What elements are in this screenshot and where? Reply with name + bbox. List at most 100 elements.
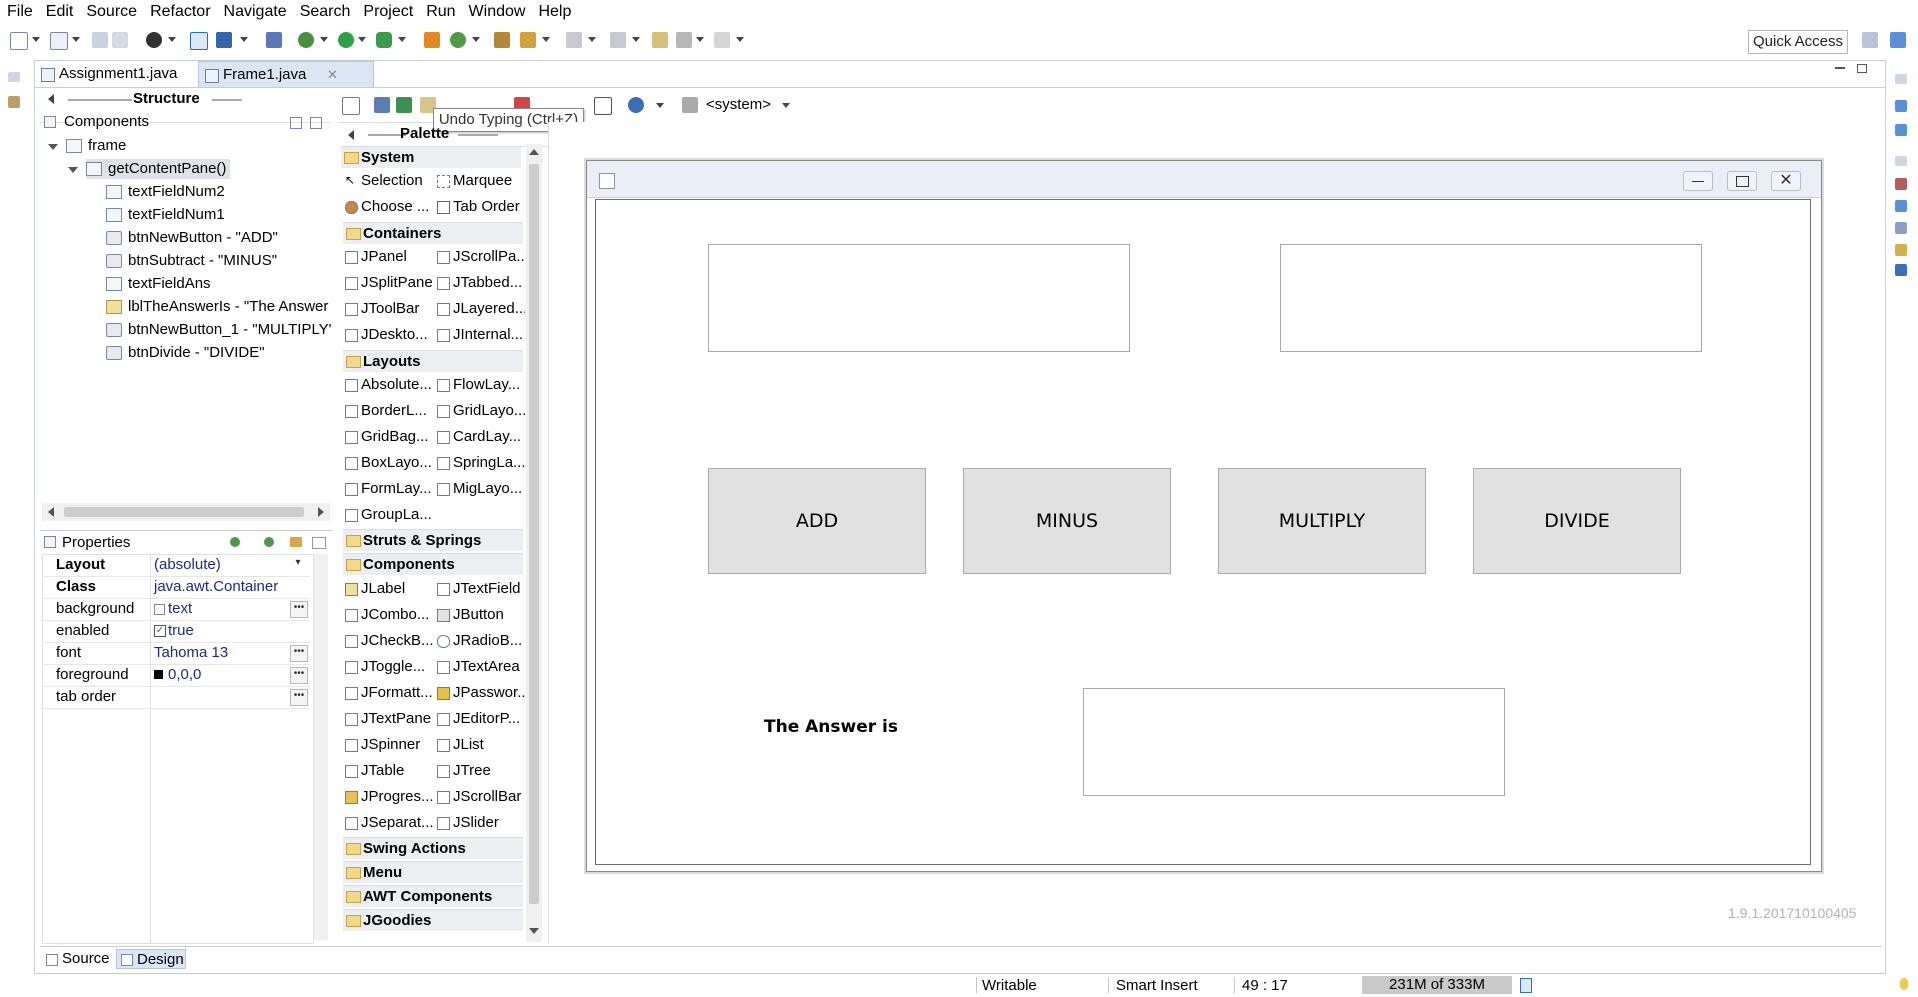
- terminal-icon[interactable]: [190, 32, 208, 50]
- chevron-left-icon[interactable]: [48, 507, 54, 517]
- tree-item-btn-multiply[interactable]: btnNewButton_1 - "MULTIPLY": [106, 320, 332, 340]
- tree-item-content-pane[interactable]: getContentPane(): [86, 159, 231, 179]
- console-icon[interactable]: [1895, 264, 1907, 276]
- property-enabled[interactable]: enabled ✓ true: [42, 620, 310, 643]
- ellipsis-button[interactable]: •••: [290, 689, 308, 706]
- minimize-icon[interactable]: [1835, 67, 1845, 69]
- property-font[interactable]: font Tahoma 13 •••: [42, 642, 310, 665]
- properties-scrollbar[interactable]: [314, 554, 328, 940]
- goto-definition-icon[interactable]: [264, 537, 274, 547]
- tree-item-textfieldnum2[interactable]: textFieldNum2: [106, 182, 225, 202]
- chevron-down-icon[interactable]: [632, 37, 640, 42]
- chevron-down-icon[interactable]: [588, 37, 596, 42]
- restore-default-icon[interactable]: [312, 537, 326, 549]
- property-value[interactable]: java.awt.Container: [154, 576, 278, 598]
- palette-category-system[interactable]: System: [341, 146, 521, 168]
- palette-category-containers[interactable]: Containers: [343, 222, 523, 244]
- trash-icon[interactable]: [1520, 978, 1532, 993]
- build-icon[interactable]: [146, 32, 162, 48]
- palette-item-jeditorpane[interactable]: JEditorP...: [435, 709, 525, 729]
- chevron-down-icon[interactable]: [358, 37, 366, 42]
- palette-item-jtextarea[interactable]: JTextArea: [435, 657, 525, 677]
- menu-search[interactable]: Search: [293, 0, 357, 22]
- palette-item-jlabel[interactable]: JLabel: [343, 579, 433, 599]
- frame-maximize-button[interactable]: [1727, 171, 1757, 191]
- next-annotation-icon[interactable]: [566, 32, 582, 48]
- expand-all-icon[interactable]: [290, 117, 302, 129]
- palette-item-jscrollbar[interactable]: JScrollBar: [435, 787, 525, 807]
- menu-project[interactable]: Project: [356, 0, 419, 22]
- textfield-answer[interactable]: [1083, 688, 1505, 796]
- chevron-down-icon[interactable]: [240, 37, 248, 42]
- scrollbar-thumb[interactable]: [64, 507, 304, 517]
- palette-item-jscrollpane[interactable]: JScrollPa...: [435, 247, 525, 267]
- problems-icon[interactable]: [1895, 178, 1907, 190]
- palette-item-jslider[interactable]: JSlider: [435, 813, 525, 833]
- tab-frame1[interactable]: Frame1.java ✕: [198, 61, 374, 88]
- new-package-icon[interactable]: [424, 32, 440, 48]
- open-type-icon[interactable]: [494, 32, 510, 48]
- content-pane[interactable]: ADD MINUS MULTIPLY DIVIDE The Answer is: [595, 199, 1811, 865]
- save-icon[interactable]: [92, 32, 108, 48]
- palette-item-jbutton[interactable]: JButton: [435, 605, 525, 625]
- menu-run[interactable]: Run: [419, 0, 461, 22]
- palette-item-jtextfield[interactable]: JTextField: [435, 579, 525, 599]
- debug-icon[interactable]: [298, 32, 314, 48]
- palette-item-absolute-layout[interactable]: Absolute...: [343, 375, 433, 395]
- chevron-down-icon[interactable]: [696, 37, 704, 42]
- tab-assignment1[interactable]: Assignment1.java: [35, 61, 219, 87]
- save-all-icon[interactable]: [112, 32, 128, 48]
- add-button[interactable]: ADD: [708, 468, 926, 574]
- heap-status[interactable]: 231M of 333M: [1362, 976, 1512, 994]
- palette-item-jtoolbar[interactable]: JToolBar: [343, 299, 433, 319]
- close-icon[interactable]: ✕: [327, 62, 338, 88]
- textfield-num2[interactable]: [1280, 244, 1702, 352]
- ellipsis-button[interactable]: •••: [290, 601, 308, 618]
- palette-category-struts-springs[interactable]: Struts & Springs: [343, 529, 523, 551]
- palette-item-gridbag-layout[interactable]: GridBag...: [343, 427, 433, 447]
- new-icon[interactable]: [10, 32, 28, 50]
- palette-scrollbar[interactable]: [526, 144, 542, 942]
- tree-item-textfieldnum1[interactable]: textFieldNum1: [106, 205, 225, 225]
- multiply-button[interactable]: MULTIPLY: [1218, 468, 1426, 574]
- chevron-down-icon[interactable]: ▾: [290, 557, 306, 572]
- open-perspective-icon[interactable]: [1862, 32, 1878, 48]
- show-events-icon[interactable]: [230, 537, 240, 547]
- palette-category-components[interactable]: Components: [343, 553, 523, 575]
- palette-item-selection[interactable]: ↖ Selection: [343, 171, 433, 191]
- show-advanced-icon[interactable]: [290, 537, 302, 547]
- palette-item-flow-layout[interactable]: FlowLay...: [435, 375, 525, 395]
- tree-item-btn-add[interactable]: btnNewButton - "ADD": [106, 228, 278, 248]
- property-layout[interactable]: Layout (absolute) ▾: [42, 554, 310, 577]
- chevron-down-icon[interactable]: [736, 37, 744, 42]
- task-icon[interactable]: [216, 32, 232, 48]
- palette-category-swing-actions[interactable]: Swing Actions: [343, 837, 523, 859]
- coverage-icon[interactable]: [376, 32, 392, 48]
- palette-item-jlist[interactable]: JList: [435, 735, 525, 755]
- property-background[interactable]: background text •••: [42, 598, 310, 621]
- tree-horizontal-scrollbar[interactable]: [42, 503, 330, 521]
- drag-handle-icon[interactable]: [212, 99, 242, 101]
- palette-item-form-layout[interactable]: FormLay...: [343, 479, 433, 499]
- new-dropdown-icon[interactable]: [32, 37, 40, 42]
- palette-category-awt-components[interactable]: AWT Components: [343, 885, 523, 907]
- menu-file[interactable]: File: [0, 0, 39, 22]
- search-icon[interactable]: [520, 32, 536, 48]
- palette-item-mig-layout[interactable]: MigLayo...: [435, 479, 525, 499]
- palette-item-choose[interactable]: Choose ...: [343, 197, 433, 217]
- chevron-down-icon[interactable]: [656, 103, 664, 108]
- tree-item-btn-subtract[interactable]: btnSubtract - "MINUS": [106, 251, 277, 271]
- property-value[interactable]: Tahoma 13: [154, 642, 228, 664]
- collapse-left-icon[interactable]: [348, 130, 354, 140]
- palette-item-jtree[interactable]: JTree: [435, 761, 525, 781]
- skip-breakpoints-icon[interactable]: [266, 32, 282, 48]
- java-perspective-icon[interactable]: [1890, 32, 1906, 48]
- palette-item-jtable[interactable]: JTable: [343, 761, 433, 781]
- palette-item-jradiobutton[interactable]: JRadioB...: [435, 631, 525, 651]
- palette-item-jlayeredpane[interactable]: JLayered...: [435, 299, 525, 319]
- menu-navigate[interactable]: Navigate: [217, 0, 293, 22]
- chevron-up-icon[interactable]: [529, 149, 539, 155]
- palette-item-jformattedtextfield[interactable]: JFormatt...: [343, 683, 433, 703]
- last-edit-icon[interactable]: [652, 32, 668, 48]
- chevron-down-icon[interactable]: [542, 37, 550, 42]
